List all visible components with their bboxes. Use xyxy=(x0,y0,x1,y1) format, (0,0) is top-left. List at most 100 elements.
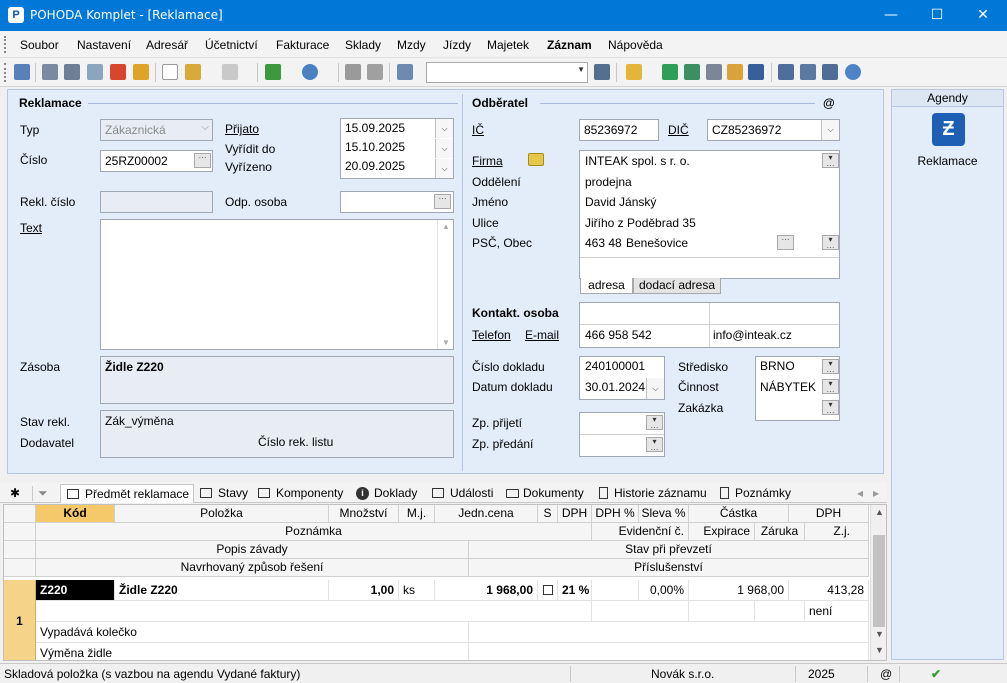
cislo-lookup-button[interactable]: ··· xyxy=(194,153,211,168)
dic-dropdown[interactable]: ⌵ xyxy=(821,120,839,140)
filter-icon[interactable] xyxy=(594,64,610,80)
col-mnozstvi[interactable]: Množství xyxy=(329,505,399,523)
psc-value[interactable]: 463 48 xyxy=(585,236,622,250)
col-popis-zavady[interactable]: Popis závady xyxy=(36,541,469,559)
tab-stavy[interactable]: Stavy xyxy=(198,484,252,503)
tools-icon[interactable] xyxy=(185,64,201,80)
s-checkbox[interactable] xyxy=(543,585,553,595)
col-s[interactable]: S xyxy=(538,505,558,523)
firma-value[interactable]: INTEAK spol. s r. o. xyxy=(585,154,690,168)
print-icon[interactable] xyxy=(64,64,80,80)
email-at-icon[interactable]: @ xyxy=(823,96,835,110)
delete-icon[interactable] xyxy=(367,64,383,80)
duplicate-icon[interactable] xyxy=(397,64,413,80)
tab-dodaci-adresa[interactable]: dodací adresa xyxy=(633,278,721,294)
ulice-value[interactable]: Jiřího z Poděbrad 35 xyxy=(585,216,696,230)
vyridit-value[interactable]: 15.10.2025 xyxy=(345,140,405,154)
tab-historie-zaznamu[interactable]: Historie záznamu xyxy=(597,484,713,503)
cell-popis-zavady[interactable]: Vypadává kolečko xyxy=(36,622,469,643)
scroll-down-icon[interactable]: ▼ xyxy=(875,629,884,639)
datum-dokladu-value[interactable]: 30.01.2024 xyxy=(585,380,645,394)
cell-dph[interactable]: 21 % xyxy=(558,580,592,601)
col-kod[interactable]: Kód xyxy=(36,505,115,523)
tab-udalosti[interactable]: Události xyxy=(430,484,500,503)
cell-zaruka[interactable] xyxy=(755,601,805,622)
menu-napoveda[interactable]: Nápověda xyxy=(608,38,663,52)
datum-dokladu-dropdown[interactable]: ⌵ xyxy=(646,378,664,399)
filter-icon[interactable]: ⏷ xyxy=(38,484,58,503)
new-icon[interactable] xyxy=(162,64,178,80)
address-book-icon[interactable] xyxy=(528,153,544,166)
col-jedn-cena[interactable]: Jedn.cena xyxy=(435,505,538,523)
col-dph-pct[interactable]: DPH % xyxy=(592,505,639,523)
menu-majetek[interactable]: Majetek xyxy=(487,38,529,52)
folder-icon[interactable] xyxy=(626,64,642,80)
tab-star[interactable]: ✱ xyxy=(10,484,26,503)
psc-lookup-button[interactable]: ▾ ··· xyxy=(822,235,839,252)
vyridit-dropdown[interactable]: ⌵ xyxy=(435,139,453,158)
email-label[interactable]: E-mail xyxy=(525,328,559,342)
jmeno-value[interactable]: David Jánský xyxy=(585,195,656,209)
col-zj[interactable]: Z.j. xyxy=(805,523,869,541)
panel-icon[interactable] xyxy=(822,64,838,80)
col-prislusenstvi[interactable]: Příslušenství xyxy=(469,559,869,577)
menu-zaznam[interactable]: Záznam xyxy=(547,38,592,52)
maximize-button[interactable]: ☐ xyxy=(914,0,960,31)
stredisko-lookup-button[interactable]: ▾ ··· xyxy=(822,359,839,376)
back-icon[interactable] xyxy=(265,64,281,80)
col-zaruka[interactable]: Záruka xyxy=(755,523,805,541)
tab-komponenty[interactable]: Komponenty xyxy=(256,484,348,503)
cell-dph-pct[interactable] xyxy=(592,580,639,601)
settings-icon[interactable] xyxy=(302,64,318,80)
col-dph[interactable]: DPH xyxy=(558,505,592,523)
text-scrollbar[interactable]: ▲ ▼ xyxy=(437,220,453,349)
money-icon[interactable] xyxy=(684,64,700,80)
pdf-icon[interactable] xyxy=(110,64,126,80)
save-icon[interactable] xyxy=(345,64,361,80)
scroll-down-icon[interactable]: ▼ xyxy=(442,338,450,347)
tab-doklady[interactable]: i Doklady xyxy=(354,484,422,503)
row-number[interactable]: 1 xyxy=(4,580,36,660)
vyrizeno-value[interactable]: 20.09.2025 xyxy=(345,159,405,173)
obec-value[interactable]: Benešovice xyxy=(626,236,688,250)
cell-castka[interactable]: 1 968,00 xyxy=(689,580,789,601)
cell-s[interactable] xyxy=(538,580,558,601)
cinnost-value[interactable]: NÁBYTEK xyxy=(760,380,816,394)
tab-adresa[interactable]: adresa xyxy=(580,278,633,294)
ic-input[interactable]: 85236972 xyxy=(579,119,659,141)
window-icon[interactable] xyxy=(778,64,794,80)
cell-prislusenstvi[interactable] xyxy=(469,643,869,660)
close-button[interactable]: ✕ xyxy=(960,0,1006,31)
tab-predmet-reklamace[interactable]: Předmět reklamace xyxy=(60,484,194,503)
cell-jedn-cena[interactable]: 1 968,00 xyxy=(435,580,538,601)
col-castka[interactable]: Částka xyxy=(689,505,789,523)
cell-poznamka[interactable] xyxy=(36,601,592,622)
tab-scroll-right[interactable]: ▸ xyxy=(873,484,883,503)
tab-poznamky[interactable]: Poznámky xyxy=(718,484,800,503)
cell-dph-castka[interactable]: 413,28 xyxy=(789,580,869,601)
cell-mnozstvi[interactable]: 1,00 xyxy=(329,580,399,601)
col-poznamka[interactable]: Poznámka xyxy=(36,523,592,541)
reklamace-agenda-icon[interactable]: Ƶ xyxy=(932,113,965,146)
col-mj[interactable]: M.j. xyxy=(399,505,435,523)
stav-field[interactable]: Zák_výměna Číslo rek. listu xyxy=(100,410,454,458)
col-sleva[interactable]: Sleva % xyxy=(639,505,689,523)
col-polozka[interactable]: Položka xyxy=(115,505,329,523)
col-evidencni-c[interactable]: Evidenční č. xyxy=(592,523,689,541)
exit-icon[interactable] xyxy=(14,64,30,80)
cislo-dokladu-value[interactable]: 240100001 xyxy=(585,359,645,373)
scroll-up-icon[interactable]: ▲ xyxy=(875,507,884,517)
stredisko-value[interactable]: BRNO xyxy=(760,359,795,373)
prijato-dropdown[interactable]: ⌵ xyxy=(435,119,453,138)
menu-nastaveni[interactable]: Nastavení xyxy=(77,38,131,52)
scroll-up-icon[interactable]: ▲ xyxy=(442,222,450,231)
col-stav-pri-prevzeti[interactable]: Stav při převzetí xyxy=(469,541,869,559)
telefon-value[interactable]: 466 958 542 xyxy=(585,328,652,342)
typ-select[interactable]: Zákaznická ⌵ xyxy=(100,119,213,141)
cinnost-lookup-button[interactable]: ▾ ··· xyxy=(822,379,839,396)
grid-icon[interactable] xyxy=(222,64,238,80)
col-dph-castka[interactable]: DPH xyxy=(789,505,869,523)
tab-scroll-left[interactable]: ◂ xyxy=(857,484,867,503)
menu-soubor[interactable]: Soubor xyxy=(20,38,59,52)
scroll-down-icon[interactable]: ▼ xyxy=(875,645,884,655)
